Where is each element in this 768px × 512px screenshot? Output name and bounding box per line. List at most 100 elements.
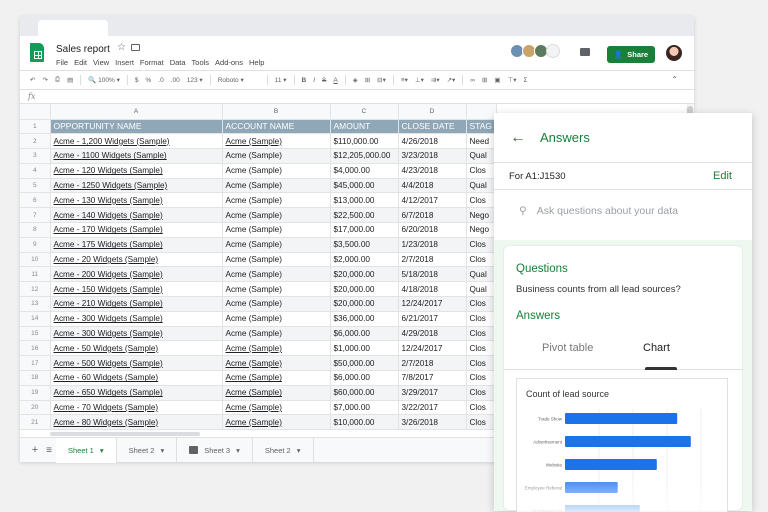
horizontal-scrollbar[interactable] [50,432,200,436]
paint-format-icon[interactable]: ▤ [67,76,73,84]
sheet-tab[interactable]: Sheet 1▾ [56,438,117,463]
caret-down-icon[interactable]: ▾ [100,446,104,455]
account-cell[interactable]: Acme (Sample) [222,237,330,252]
chart-icon[interactable]: ▣ [494,76,500,84]
increase-decimal-icon[interactable]: .00 [171,77,180,84]
menu-edit[interactable]: Edit [74,58,87,67]
percent-icon[interactable]: % [146,77,152,84]
opportunity-link-cell[interactable]: Acme - 1,200 Widgets (Sample) [50,134,222,149]
account-cell[interactable]: Acme (Sample) [222,385,330,400]
cell[interactable]: 2/7/2018 [398,356,466,371]
ask-search-input[interactable]: ⚲ Ask questions about your data [494,190,752,232]
account-cell[interactable]: Acme (Sample) [222,193,330,208]
cell[interactable]: Nego [466,223,496,238]
sheet-tab[interactable]: Sheet 2▾ [253,438,314,463]
tab-pivot-table[interactable]: Pivot table [542,342,593,354]
account-cell[interactable]: Acme (Sample) [222,134,330,149]
bold-icon[interactable]: B [302,77,307,84]
vertical-align-icon[interactable]: ⊥▾ [415,76,424,84]
cell[interactable]: 3/26/2018 [398,415,466,430]
row-number[interactable]: 7 [20,208,50,223]
menu-addons[interactable]: Add-ons [215,58,243,67]
opportunity-link-cell[interactable]: Acme - 60 Widgets (Sample) [50,371,222,386]
account-cell[interactable]: Acme (Sample) [222,267,330,282]
menu-view[interactable]: View [93,58,109,67]
font-size-select[interactable]: 11 ▾ [275,76,287,84]
print-icon[interactable]: ⎙ [55,76,60,84]
edit-range-button[interactable]: Edit [713,170,732,182]
menu-file[interactable]: File [56,58,68,67]
cell[interactable]: Clos [466,400,496,415]
cell[interactable]: $4,000.00 [330,163,398,178]
sheet-tab[interactable]: Sheet 2▾ [117,438,178,463]
header-cell[interactable]: AMOUNT [330,119,398,134]
row-number[interactable]: 19 [20,385,50,400]
menu-data[interactable]: Data [170,58,186,67]
opportunity-link-cell[interactable]: Acme - 210 Widgets (Sample) [50,297,222,312]
functions-icon[interactable]: Σ [524,77,528,84]
undo-icon[interactable]: ↶ [30,76,35,84]
cell[interactable]: $60,000.00 [330,385,398,400]
cell[interactable]: Qual [466,267,496,282]
account-cell[interactable]: Acme (Sample) [222,326,330,341]
folder-icon[interactable] [131,44,140,51]
account-cell[interactable]: Acme (Sample) [222,223,330,238]
caret-down-icon[interactable]: ▾ [160,446,164,455]
cell[interactable]: $12,205,000.00 [330,149,398,164]
italic-icon[interactable]: I [313,77,315,84]
cell[interactable]: Clos [466,371,496,386]
row-number[interactable]: 13 [20,297,50,312]
opportunity-link-cell[interactable]: Acme - 170 Widgets (Sample) [50,223,222,238]
sheets-logo-icon[interactable] [30,43,44,62]
chat-icon[interactable] [546,44,560,58]
strikethrough-icon[interactable]: S [322,77,326,84]
account-cell[interactable]: Acme (Sample) [222,415,330,430]
decrease-decimal-icon[interactable]: .0 [158,77,163,84]
cell[interactable]: $50,000.00 [330,356,398,371]
row-number[interactable]: 9 [20,237,50,252]
account-cell[interactable]: Acme (Sample) [222,178,330,193]
account-cell[interactable]: Acme (Sample) [222,400,330,415]
cell[interactable]: $13,000.00 [330,193,398,208]
cell[interactable]: $10,000.00 [330,415,398,430]
cell[interactable]: $7,000.00 [330,400,398,415]
cell[interactable]: Clos [466,237,496,252]
cell[interactable]: Clos [466,311,496,326]
merge-cells-icon[interactable]: ⊟▾ [377,76,386,84]
cell[interactable]: $110,000.00 [330,134,398,149]
row-number[interactable]: 18 [20,371,50,386]
row-number[interactable]: 21 [20,415,50,430]
account-cell[interactable]: Acme (Sample) [222,208,330,223]
cell[interactable]: $20,000.00 [330,267,398,282]
document-title[interactable]: Sales report [56,44,110,55]
cell[interactable]: $20,000.00 [330,297,398,312]
all-sheets-icon[interactable]: ≡ [42,445,56,456]
row-number[interactable]: 3 [20,149,50,164]
cell[interactable]: Clos [466,356,496,371]
select-all-corner[interactable] [20,104,50,119]
account-cell[interactable]: Acme (Sample) [222,356,330,371]
cell[interactable]: Clos [466,385,496,400]
opportunity-link-cell[interactable]: Acme - 80 Widgets (Sample) [50,415,222,430]
column-header[interactable] [466,104,496,119]
opportunity-link-cell[interactable]: Acme - 500 Widgets (Sample) [50,356,222,371]
tab-chart[interactable]: Chart [643,342,670,354]
more-formats-select[interactable]: 123 ▾ [187,76,203,84]
fill-color-icon[interactable]: ◈ [353,76,358,84]
bar-trade-show[interactable] [565,413,677,424]
opportunity-link-cell[interactable]: Acme - 300 Widgets (Sample) [50,311,222,326]
sheet-tab[interactable]: Sheet 3▾ [177,438,253,463]
account-cell[interactable]: Acme (Sample) [222,371,330,386]
opportunity-link-cell[interactable]: Acme - 300 Widgets (Sample) [50,326,222,341]
opportunity-link-cell[interactable]: Acme - 140 Widgets (Sample) [50,208,222,223]
horizontal-align-icon[interactable]: ≡▾ [401,76,408,84]
opportunity-link-cell[interactable]: Acme - 20 Widgets (Sample) [50,252,222,267]
cell[interactable]: 4/29/2018 [398,326,466,341]
row-number[interactable]: 11 [20,267,50,282]
cell[interactable]: Clos [466,297,496,312]
row-number[interactable]: 4 [20,163,50,178]
cell[interactable]: 5/18/2018 [398,267,466,282]
cell[interactable]: Need [466,134,496,149]
cell[interactable]: 7/8/2017 [398,371,466,386]
row-number[interactable]: 15 [20,326,50,341]
